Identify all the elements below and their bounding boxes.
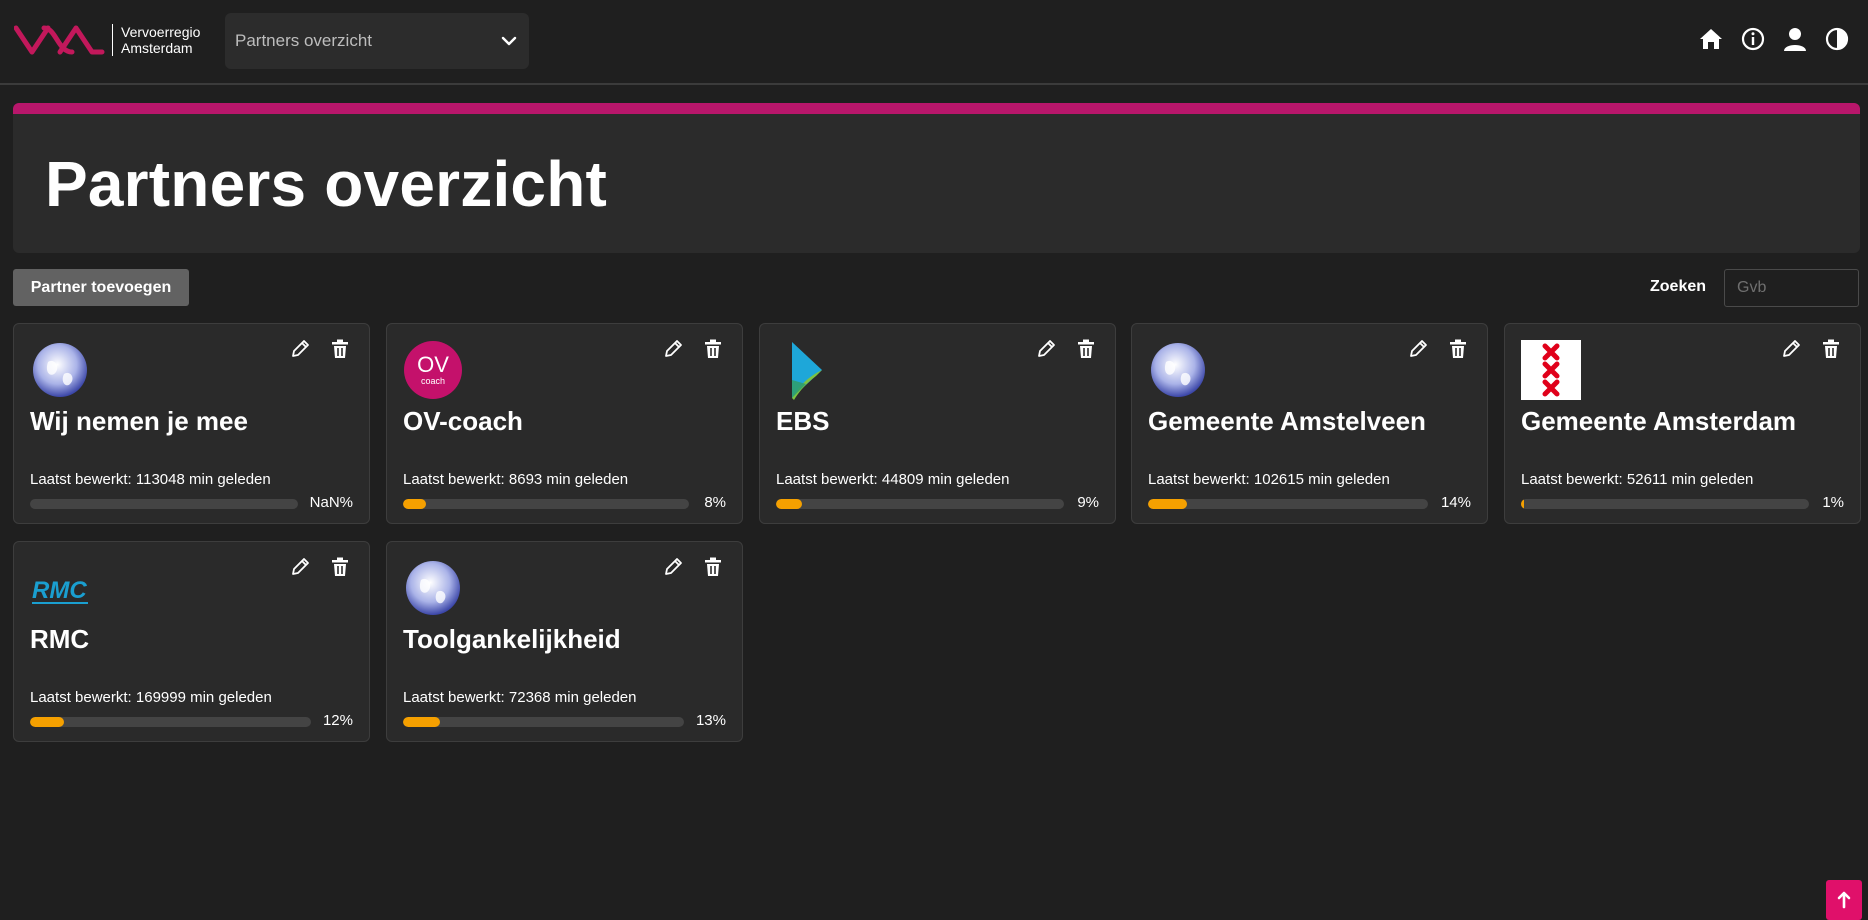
- card-actions: [1035, 338, 1097, 360]
- delete-trash-icon[interactable]: [702, 338, 724, 360]
- delete-trash-icon[interactable]: [1075, 338, 1097, 360]
- coach-logo-text: coach: [421, 376, 445, 386]
- partner-name: Gemeente Amsterdam: [1521, 406, 1797, 436]
- card-actions: [1780, 338, 1842, 360]
- chevron-down-icon: [499, 31, 519, 56]
- last-edited-text: Laatst bewerkt: 52611 min geleden: [1521, 471, 1754, 488]
- banner-accent-stripe: [13, 103, 1860, 114]
- progress-bar: [403, 499, 689, 509]
- progress-bar-fill: [30, 717, 64, 727]
- card-actions: [662, 556, 724, 578]
- search-input[interactable]: [1724, 269, 1859, 307]
- progress-percentage: NaN%: [309, 494, 353, 511]
- progress-bar-fill: [403, 499, 426, 509]
- amsterdam-xxx-logo: [1521, 340, 1583, 402]
- logo-divider: [112, 24, 113, 56]
- add-partner-button[interactable]: Partner toevoegen: [13, 269, 189, 306]
- progress-percentage: 12%: [322, 712, 353, 729]
- partner-card[interactable]: OV coach OV-coach Laatst bewerkt: 8693 m…: [386, 323, 743, 524]
- partner-card[interactable]: Gemeente Amstelveen Laatst bewerkt: 1026…: [1131, 323, 1488, 524]
- progress-percentage: 9%: [1077, 494, 1099, 511]
- edit-pencil-icon[interactable]: [1407, 338, 1429, 360]
- vra-logo-mark: [14, 25, 105, 55]
- info-icon[interactable]: [1740, 26, 1766, 52]
- partner-name: Toolgankelijkheid: [403, 624, 621, 654]
- last-edited-text: Laatst bewerkt: 102615 min geleden: [1148, 471, 1390, 488]
- edit-pencil-icon[interactable]: [1780, 338, 1802, 360]
- last-edited-text: Laatst bewerkt: 72368 min geleden: [403, 689, 637, 706]
- progress-percentage: 14%: [1440, 494, 1471, 511]
- page-select-dropdown[interactable]: Partners overzicht: [225, 13, 529, 69]
- delete-trash-icon[interactable]: [1447, 338, 1469, 360]
- ov-coach-logo: OV coach: [403, 340, 465, 402]
- progress-percentage: 8%: [704, 494, 726, 511]
- partner-card[interactable]: Wij nemen je mee Laatst bewerkt: 113048 …: [13, 323, 370, 524]
- progress-bar-fill: [403, 717, 440, 727]
- progress-bar-fill: [776, 499, 802, 509]
- partner-card[interactable]: RMC RMC Laatst bewerkt: 169999 min geled…: [13, 541, 370, 742]
- page-header-banner: Partners overzicht: [13, 103, 1860, 253]
- partner-name: Gemeente Amstelveen: [1148, 406, 1426, 436]
- scroll-to-top-button[interactable]: [1826, 880, 1862, 920]
- edit-pencil-icon[interactable]: [1035, 338, 1057, 360]
- rmc-logo-text: RMC: [32, 577, 87, 604]
- vervoerregio-amsterdam-logo[interactable]: Vervoerregio Amsterdam: [14, 20, 200, 60]
- partner-card[interactable]: EBS Laatst bewerkt: 44809 min geleden 9%: [759, 323, 1116, 524]
- edit-pencil-icon[interactable]: [289, 338, 311, 360]
- delete-trash-icon[interactable]: [329, 556, 351, 578]
- page-title: Partners overzicht: [45, 148, 608, 220]
- progress-bar: [30, 717, 311, 727]
- progress-percentage: 13%: [695, 712, 726, 729]
- edit-pencil-icon[interactable]: [289, 556, 311, 578]
- last-edited-text: Laatst bewerkt: 169999 min geleden: [30, 689, 272, 706]
- progress-bar: [1521, 499, 1809, 509]
- rmc-logo: RMC: [30, 558, 92, 620]
- top-navigation-bar: Vervoerregio Amsterdam Partners overzich…: [0, 0, 1868, 85]
- card-actions: [1407, 338, 1469, 360]
- progress-percentage: 1%: [1822, 494, 1844, 511]
- progress-bar: [776, 499, 1064, 509]
- partner-card[interactable]: Toolgankelijkheid Laatst bewerkt: 72368 …: [386, 541, 743, 742]
- globe-icon: [1148, 340, 1210, 402]
- delete-trash-icon[interactable]: [1820, 338, 1842, 360]
- ov-logo-text: OV: [417, 352, 449, 377]
- last-edited-text: Laatst bewerkt: 44809 min geleden: [776, 471, 1010, 488]
- logo-text: Vervoerregio Amsterdam: [121, 24, 200, 56]
- home-icon[interactable]: [1698, 26, 1724, 52]
- delete-trash-icon[interactable]: [702, 556, 724, 578]
- contrast-icon[interactable]: [1824, 26, 1850, 52]
- progress-bar: [403, 717, 684, 727]
- header-icon-group: [1698, 26, 1850, 52]
- progress-bar-fill: [1521, 499, 1524, 509]
- logo-line-1: Vervoerregio: [121, 24, 201, 40]
- edit-pencil-icon[interactable]: [662, 338, 684, 360]
- globe-icon: [30, 340, 92, 402]
- page-select-value: Partners overzicht: [235, 31, 372, 50]
- ebs-logo: [776, 340, 838, 402]
- partner-name: OV-coach: [403, 406, 523, 436]
- partner-card[interactable]: Gemeente Amsterdam Laatst bewerkt: 52611…: [1504, 323, 1861, 524]
- delete-trash-icon[interactable]: [329, 338, 351, 360]
- arrow-up-icon: [1837, 891, 1851, 909]
- partner-name: EBS: [776, 406, 830, 436]
- progress-bar: [30, 499, 298, 509]
- logo-line-2: Amsterdam: [121, 40, 193, 56]
- progress-bar: [1148, 499, 1428, 509]
- last-edited-text: Laatst bewerkt: 113048 min geleden: [30, 471, 271, 488]
- progress-bar-fill: [1148, 499, 1188, 509]
- last-edited-text: Laatst bewerkt: 8693 min geleden: [403, 471, 629, 488]
- card-actions: [662, 338, 724, 360]
- partner-name: RMC: [30, 624, 90, 654]
- user-icon[interactable]: [1782, 26, 1808, 52]
- card-actions: [289, 556, 351, 578]
- partner-name: Wij nemen je mee: [30, 406, 248, 436]
- edit-pencil-icon[interactable]: [662, 556, 684, 578]
- card-actions: [289, 338, 351, 360]
- search-label: Zoeken: [1650, 278, 1707, 295]
- globe-icon: [403, 558, 465, 620]
